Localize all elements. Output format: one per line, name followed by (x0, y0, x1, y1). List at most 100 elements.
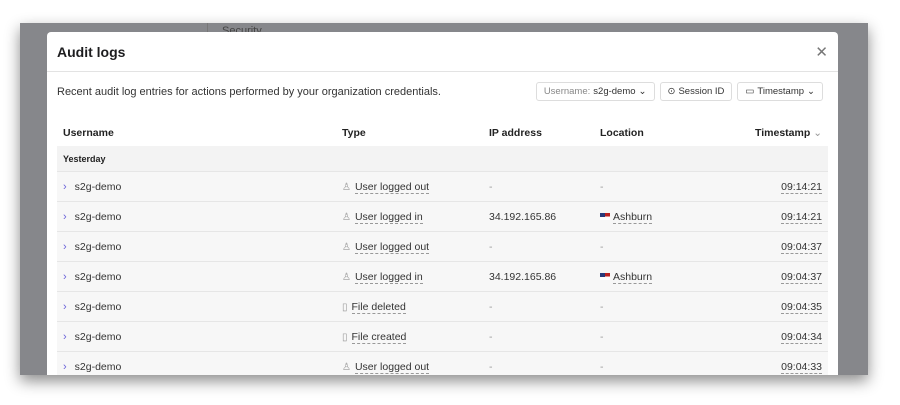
timestamp-filter-label: Timestamp (757, 86, 805, 97)
ip-address: - (489, 180, 493, 193)
table-row[interactable]: › s2g-demo ♙ User logged out - - 09:14:21 (57, 171, 828, 201)
user-icon: ♙ (342, 181, 351, 193)
location-cell: Ashburn (600, 270, 720, 284)
timestamp-cell: 09:04:34 (720, 330, 828, 344)
location-cell: - (600, 361, 720, 373)
ip-address: - (489, 330, 493, 343)
username: s2g-demo (74, 300, 122, 313)
username: s2g-demo (74, 360, 122, 373)
username-filter[interactable]: Username: s2g-demo ⌄ (535, 82, 655, 101)
username-filter-value: s2g-demo (593, 86, 636, 97)
ip-address: 34.192.165.86 (489, 270, 557, 283)
location: - (600, 240, 604, 253)
column-timestamp[interactable]: Timestamp ⌄ (720, 127, 828, 139)
event-type[interactable]: User logged in (354, 270, 423, 284)
expand-chevron-icon[interactable]: › (63, 271, 67, 283)
user-icon: ♙ (342, 241, 351, 253)
username-cell: › s2g-demo (57, 241, 342, 253)
table-row[interactable]: › s2g-demo ♙ User logged out - - 09:04:33 (57, 351, 828, 375)
table-row[interactable]: › s2g-demo ♙ User logged in 34.192.165.86 … (57, 201, 828, 231)
audit-log-table: Username Type IP address Location Timest… (57, 120, 828, 375)
table-row[interactable]: › s2g-demo ▯ File deleted - - 09:04:35 (57, 291, 828, 321)
expand-chevron-icon[interactable]: › (63, 301, 67, 313)
close-icon[interactable]: ✕ (815, 43, 828, 61)
file-plus-icon: ▯ (342, 331, 348, 343)
username: s2g-demo (74, 330, 122, 343)
expand-chevron-icon[interactable]: › (63, 211, 67, 223)
ip-address: - (489, 240, 493, 253)
session-id-filter[interactable]: ⊙ Session ID (659, 82, 733, 101)
dialog-description: Recent audit log entries for actions per… (57, 86, 441, 98)
table-row[interactable]: › s2g-demo ♙ User logged out - - 09:04:37 (57, 231, 828, 261)
timestamp-cell: 09:04:37 (720, 240, 828, 254)
username: s2g-demo (74, 270, 122, 283)
event-type[interactable]: File deleted (351, 300, 406, 314)
type-cell: ♙ User logged out (342, 180, 489, 194)
location[interactable]: Ashburn (613, 270, 653, 284)
timestamp[interactable]: 09:14:21 (781, 180, 822, 194)
username-cell: › s2g-demo (57, 181, 342, 193)
event-type[interactable]: User logged in (354, 210, 423, 224)
location: - (600, 360, 604, 373)
username-cell: › s2g-demo (57, 361, 342, 373)
calendar-icon: ▭ (745, 86, 755, 97)
location-cell: - (600, 181, 720, 193)
username: s2g-demo (74, 210, 122, 223)
type-cell: ▯ File deleted (342, 300, 489, 314)
location: - (600, 330, 604, 343)
timestamp[interactable]: 09:04:34 (781, 330, 822, 344)
expand-chevron-icon[interactable]: › (63, 181, 67, 193)
user-icon: ♙ (342, 211, 351, 223)
username: s2g-demo (74, 180, 122, 193)
type-cell: ♙ User logged out (342, 240, 489, 254)
timestamp[interactable]: 09:14:21 (781, 210, 822, 224)
audit-logs-dialog: Audit logs ✕ Recent audit log entries fo… (47, 32, 838, 375)
timestamp-filter[interactable]: ▭ Timestamp ⌄ (737, 82, 823, 101)
event-type[interactable]: User logged out (354, 360, 430, 374)
timestamp-cell: 09:04:37 (720, 270, 828, 284)
location-cell: Ashburn (600, 210, 720, 224)
sort-chevron-icon: ⌄ (813, 126, 822, 139)
event-type[interactable]: User logged out (354, 180, 430, 194)
column-username: Username (63, 126, 114, 139)
location-cell: - (600, 301, 720, 313)
location[interactable]: Ashburn (613, 210, 653, 224)
target-icon: ⊙ (667, 86, 676, 97)
session-id-label: Session ID (678, 86, 725, 97)
timestamp[interactable]: 09:04:35 (781, 300, 822, 314)
ip-address: - (489, 300, 493, 313)
type-cell: ♙ User logged in (342, 210, 489, 224)
timestamp-cell: 09:14:21 (720, 210, 828, 224)
type-cell: ♙ User logged in (342, 270, 489, 284)
user-icon: ♙ (342, 271, 351, 283)
event-type[interactable]: User logged out (354, 240, 430, 254)
timestamp-cell: 09:04:33 (720, 360, 828, 374)
timestamp[interactable]: 09:04:33 (781, 360, 822, 374)
location: - (600, 300, 604, 313)
expand-chevron-icon[interactable]: › (63, 241, 67, 253)
timestamp-cell: 09:04:35 (720, 300, 828, 314)
expand-chevron-icon[interactable]: › (63, 361, 67, 373)
dialog-title: Audit logs (57, 44, 126, 60)
ip-address: 34.192.165.86 (489, 210, 557, 223)
location-cell: - (600, 331, 720, 343)
column-timestamp-label: Timestamp (755, 126, 811, 139)
type-cell: ▯ File created (342, 330, 489, 344)
type-cell: ♙ User logged out (342, 360, 489, 374)
table-row[interactable]: › s2g-demo ♙ User logged in 34.192.165.86 … (57, 261, 828, 291)
expand-chevron-icon[interactable]: › (63, 331, 67, 343)
column-ip: IP address (489, 126, 542, 139)
dialog-header: Audit logs ✕ (47, 32, 838, 72)
table-row[interactable]: › s2g-demo ▯ File created - - 09:04:34 (57, 321, 828, 351)
username-cell: › s2g-demo (57, 331, 342, 343)
filter-bar: Username: s2g-demo ⌄ ⊙ Session ID ▭ Timestam… (535, 82, 823, 101)
file-minus-icon: ▯ (342, 301, 348, 313)
chevron-down-icon: ⌄ (638, 86, 647, 97)
username-cell: › s2g-demo (57, 271, 342, 283)
username-filter-label: Username: (543, 86, 591, 97)
timestamp-cell: 09:14:21 (720, 180, 828, 194)
timestamp[interactable]: 09:04:37 (781, 240, 822, 254)
timestamp[interactable]: 09:04:37 (781, 270, 822, 284)
location-cell: - (600, 241, 720, 253)
event-type[interactable]: File created (351, 330, 407, 344)
